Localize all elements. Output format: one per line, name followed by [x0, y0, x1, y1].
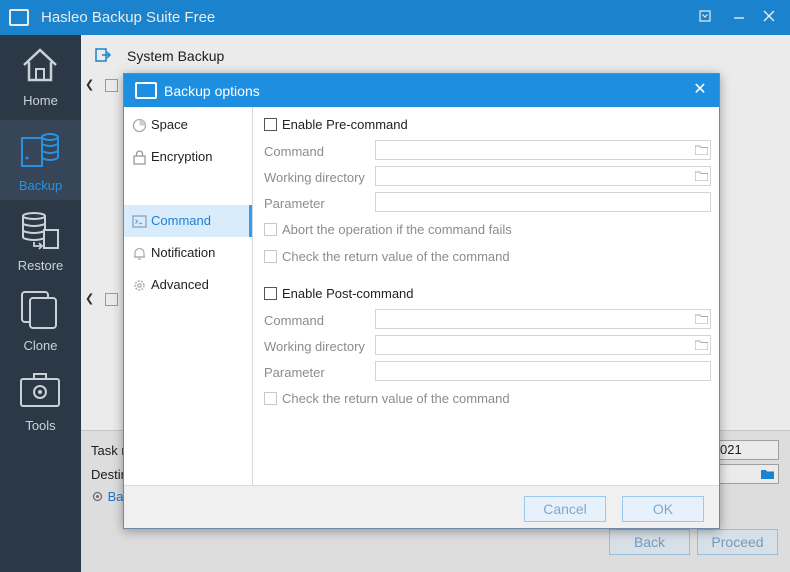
bell-icon [134, 247, 145, 260]
options-nav-item-notification[interactable]: Notification [124, 237, 252, 269]
gear-icon [134, 280, 145, 291]
post-command-label: Command [264, 313, 324, 328]
pre-command-label: Command [264, 144, 324, 159]
options-nav-label: Advanced [151, 277, 209, 292]
options-nav-label: Command [151, 213, 211, 228]
dialog-footer: Cancel OK [124, 485, 719, 528]
options-nav-item-command[interactable]: Command [124, 205, 252, 237]
post-check-return-label: Check the return value of the command [282, 391, 510, 406]
backup-options-dialog: Backup options ✕ Space Encryption Comman… [123, 73, 720, 529]
dialog-header: Backup options ✕ [124, 74, 719, 107]
post-parameter-input[interactable] [375, 361, 711, 381]
options-nav-item-advanced[interactable]: Advanced [124, 269, 252, 301]
ok-button[interactable]: OK [622, 496, 704, 522]
enable-pre-command-checkbox[interactable] [264, 118, 277, 131]
cancel-button[interactable]: Cancel [524, 496, 606, 522]
options-nav-label: Space [151, 117, 188, 132]
folder-icon[interactable] [695, 340, 708, 350]
pre-command-input[interactable] [375, 140, 711, 160]
post-working-directory-input[interactable] [375, 335, 711, 355]
lock-icon [133, 150, 146, 165]
options-nav-item-space[interactable]: Space [124, 109, 252, 141]
enable-post-command-checkbox[interactable] [264, 287, 277, 300]
abort-on-fail-label: Abort the operation if the command fails [282, 222, 512, 237]
dialog-close-icon[interactable]: ✕ [690, 80, 710, 100]
command-settings: Enable Pre-command Command Working direc… [254, 107, 719, 485]
enable-post-command-label: Enable Post-command [282, 286, 414, 301]
options-nav: Space Encryption Command Notification Ad… [124, 107, 253, 485]
pre-parameter-label: Parameter [264, 196, 325, 211]
options-nav-item-encryption[interactable]: Encryption [124, 141, 252, 173]
pre-working-directory-input[interactable] [375, 166, 711, 186]
app-icon [135, 82, 157, 99]
pre-working-directory-label: Working directory [264, 170, 365, 185]
folder-icon[interactable] [695, 314, 708, 324]
dialog-title: Backup options [164, 83, 260, 99]
space-icon [132, 118, 147, 133]
enable-pre-command-label: Enable Pre-command [282, 117, 408, 132]
pre-parameter-input[interactable] [375, 192, 711, 212]
post-parameter-label: Parameter [264, 365, 325, 380]
options-nav-label: Encryption [151, 149, 213, 164]
post-command-input[interactable] [375, 309, 711, 329]
pre-check-return-label: Check the return value of the command [282, 249, 510, 264]
abort-on-fail-checkbox[interactable] [264, 223, 277, 236]
post-check-return-checkbox[interactable] [264, 392, 277, 405]
command-icon [132, 215, 147, 228]
folder-icon[interactable] [695, 145, 708, 155]
post-working-directory-label: Working directory [264, 339, 365, 354]
folder-icon[interactable] [695, 171, 708, 181]
options-nav-label: Notification [151, 245, 216, 260]
pre-check-return-checkbox[interactable] [264, 250, 277, 263]
